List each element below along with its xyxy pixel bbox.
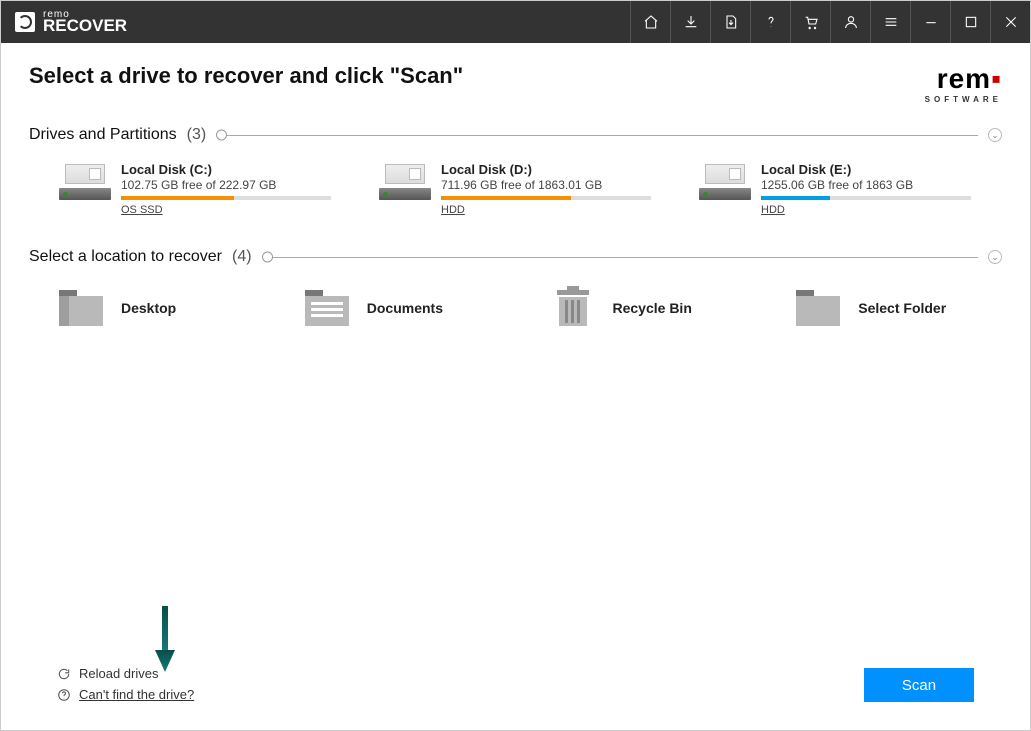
close-button[interactable] [990, 1, 1030, 43]
location-label: Select Folder [858, 300, 946, 316]
brand-logo: rem▪ SOFTWARE [925, 63, 1002, 104]
export-button[interactable] [710, 1, 750, 43]
drive-icon [379, 164, 431, 200]
chevron-down-icon[interactable]: ⌄ [988, 250, 1002, 264]
chevron-down-icon[interactable]: ⌄ [988, 128, 1002, 142]
reload-drives-button[interactable]: Reload drives [57, 666, 194, 681]
location-label: Recycle Bin [613, 300, 692, 316]
cant-find-drive-link[interactable]: Can't find the drive? [57, 687, 194, 702]
drive-tags[interactable]: HDD [441, 204, 651, 216]
drive-name: Local Disk (C:) [121, 162, 331, 177]
section-location-count: (4) [232, 248, 252, 266]
drive-tags[interactable]: HDD [761, 204, 971, 216]
scan-button[interactable]: Scan [864, 668, 974, 702]
reload-icon [57, 667, 71, 681]
folder-icon [796, 290, 840, 326]
drive-name: Local Disk (E:) [761, 162, 971, 177]
help-circle-icon [57, 688, 71, 702]
app-window: remo RECOVER Select a drive to recover a… [0, 0, 1031, 731]
drive-icon [699, 164, 751, 200]
menu-button[interactable] [870, 1, 910, 43]
drive-free: 1255.06 GB free of 1863 GB [761, 178, 971, 192]
user-button[interactable] [830, 1, 870, 43]
drive-usage-bar [761, 196, 971, 200]
app-icon [15, 12, 35, 32]
folder-icon [305, 290, 349, 326]
section-divider [216, 135, 978, 136]
location-select-folder[interactable]: Select Folder [796, 290, 1002, 326]
location-desktop[interactable]: Desktop [59, 290, 265, 326]
drive-e[interactable]: Local Disk (E:) 1255.06 GB free of 1863 … [699, 162, 999, 216]
titlebar-buttons [630, 1, 1030, 43]
brand: remo RECOVER [15, 11, 127, 33]
help-button[interactable] [750, 1, 790, 43]
location-label: Documents [367, 300, 443, 316]
section-divider [262, 257, 978, 258]
titlebar: remo RECOVER [1, 1, 1030, 43]
drive-c[interactable]: Local Disk (C:) 102.75 GB free of 222.97… [59, 162, 359, 216]
download-button[interactable] [670, 1, 710, 43]
section-location-title: Select a location to recover [29, 248, 222, 266]
footer: Reload drives Can't find the drive? Scan [29, 660, 1002, 716]
drive-name: Local Disk (D:) [441, 162, 651, 177]
drive-icon [59, 164, 111, 200]
drive-usage-bar [441, 196, 651, 200]
location-label: Desktop [121, 300, 176, 316]
cart-button[interactable] [790, 1, 830, 43]
page-title: Select a drive to recover and click "Sca… [29, 63, 463, 89]
location-documents[interactable]: Documents [305, 290, 511, 326]
trash-icon [551, 290, 595, 326]
drive-free: 102.75 GB free of 222.97 GB [121, 178, 331, 192]
locations-list: Desktop Documents Recycle Bin Select Fol… [59, 290, 1002, 326]
content-area: Select a drive to recover and click "Sca… [1, 43, 1030, 730]
home-button[interactable] [630, 1, 670, 43]
drive-free: 711.96 GB free of 1863.01 GB [441, 178, 651, 192]
section-drives-title: Drives and Partitions [29, 126, 177, 144]
drive-usage-bar [121, 196, 331, 200]
section-drives-count: (3) [187, 126, 207, 144]
drive-tags[interactable]: OS SSD [121, 204, 331, 216]
drive-d[interactable]: Local Disk (D:) 711.96 GB free of 1863.0… [379, 162, 679, 216]
minimize-button[interactable] [910, 1, 950, 43]
maximize-button[interactable] [950, 1, 990, 43]
brand-bottom: RECOVER [43, 19, 127, 33]
folder-icon [59, 290, 103, 326]
drives-list: Local Disk (C:) 102.75 GB free of 222.97… [59, 162, 1002, 216]
location-recycle-bin[interactable]: Recycle Bin [551, 290, 757, 326]
